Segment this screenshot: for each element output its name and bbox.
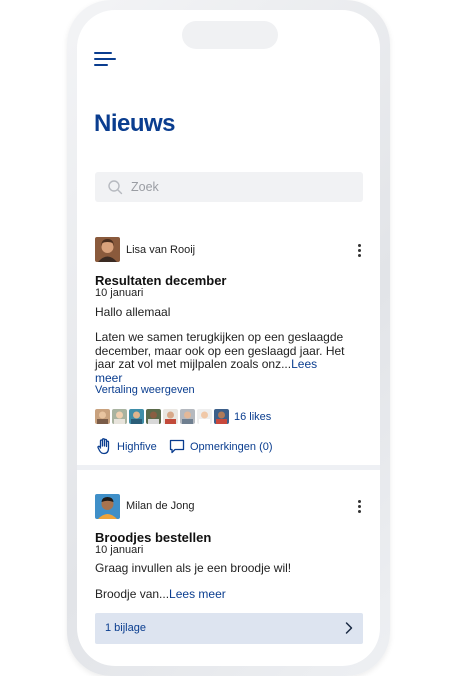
search-bar[interactable] [95, 172, 363, 202]
post-body: Graag invullen als je een broodje wil! [95, 561, 292, 575]
liker-avatar [112, 409, 127, 424]
author-name[interactable]: Milan de Jong [126, 500, 195, 512]
post-body: Laten we samen terugkijken op een geslaa… [95, 330, 345, 385]
liker-avatar [163, 409, 178, 424]
more-vertical-icon[interactable] [353, 498, 365, 514]
author-name[interactable]: Lisa van Rooij [126, 244, 195, 256]
post-greeting: Hallo allemaal [95, 305, 171, 319]
liker-avatar [197, 409, 212, 424]
read-more-link[interactable]: Lees meer [169, 587, 226, 601]
liker-avatar [180, 409, 195, 424]
likes-row[interactable]: 16 likes [95, 409, 295, 425]
highfive-button[interactable]: Highfive [97, 438, 157, 455]
search-icon [108, 180, 123, 195]
likes-count[interactable]: 16 likes [234, 411, 271, 423]
translate-link[interactable]: Vertaling weergeven [95, 384, 195, 396]
post-title[interactable]: Broodjes bestellen [95, 530, 211, 545]
liker-avatar [214, 409, 229, 424]
post-teaser: Broodje van...Lees meer [95, 587, 345, 602]
post-title[interactable]: Resultaten december [95, 273, 227, 288]
highfive-label: Highfive [117, 440, 157, 453]
hamburger-menu-icon[interactable] [94, 52, 116, 68]
comments-button[interactable]: Opmerkingen (0) [169, 439, 273, 454]
news-post: Lisa van Rooij Resultaten december 10 ja… [77, 225, 380, 465]
comments-label: Opmerkingen (0) [190, 440, 273, 453]
post-date: 10 januari [95, 544, 144, 556]
hand-icon [97, 438, 110, 455]
chevron-right-icon [345, 622, 353, 634]
post-date: 10 januari [95, 287, 144, 299]
post-divider [77, 465, 380, 470]
attachment-label: 1 bijlage [105, 622, 146, 634]
author-avatar [95, 237, 120, 262]
more-vertical-icon[interactable] [353, 242, 365, 258]
search-input[interactable] [131, 172, 351, 202]
liker-avatar [146, 409, 161, 424]
author-avatar [95, 494, 120, 519]
liker-avatar [129, 409, 144, 424]
news-post: Milan de Jong Broodjes bestellen 10 janu… [77, 481, 380, 656]
comment-icon [169, 439, 185, 454]
attachment-button[interactable]: 1 bijlage [95, 613, 363, 644]
app-screen: Nieuws Lisa van Rooij Resultaten decembe… [77, 10, 380, 666]
liker-avatar [95, 409, 110, 424]
phone-notch [182, 21, 278, 49]
page-title: Nieuws [94, 110, 176, 137]
post-teaser-text: Broodje van... [95, 587, 170, 601]
